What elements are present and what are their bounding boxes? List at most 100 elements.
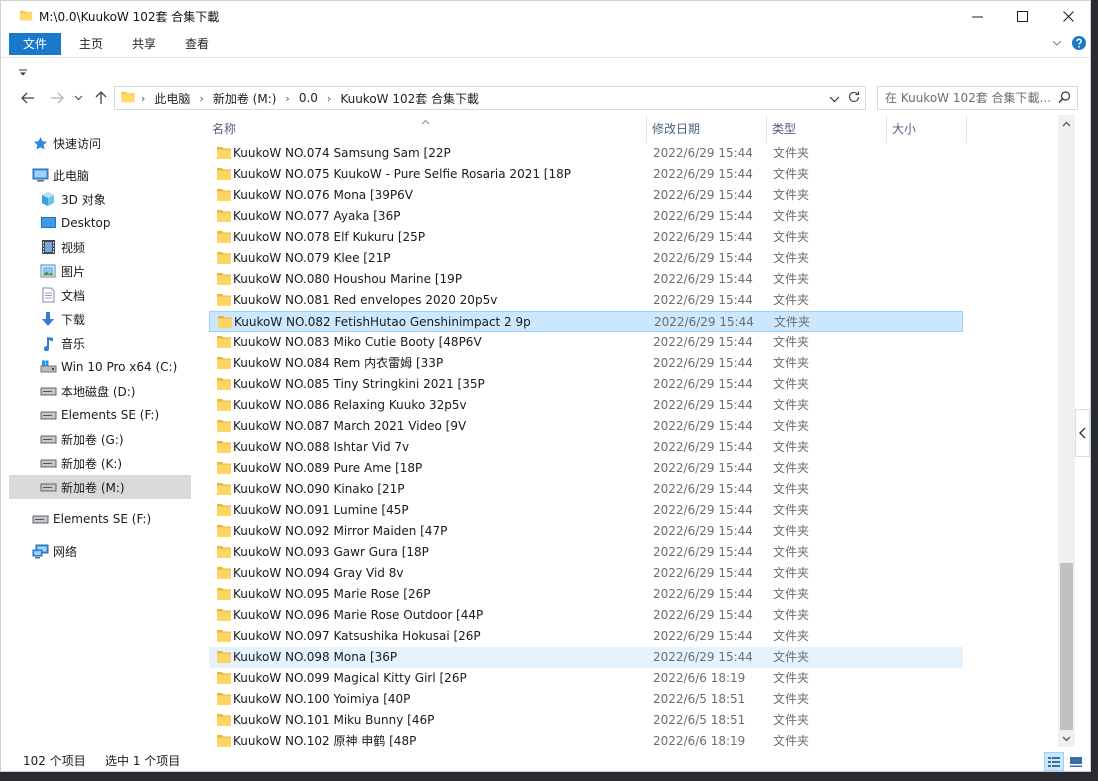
file-row[interactable]: KuukoW NO.081 Red envelopes 2020 20p5v 20…: [209, 290, 963, 311]
scroll-down-button[interactable]: [1058, 730, 1075, 747]
sidebar-item-this-pc[interactable]: 此电脑: [9, 163, 191, 187]
column-header-date[interactable]: 修改日期: [647, 115, 767, 143]
tab-share[interactable]: 共享: [118, 33, 170, 55]
file-row[interactable]: KuukoW NO.102 原神 申鹤 [48P 2022/6/6 18:19 文件…: [209, 731, 963, 747]
file-row[interactable]: KuukoW NO.077 Ayaka [36P 2022/6/29 15:44 文…: [209, 206, 963, 227]
file-row[interactable]: KuukoW NO.094 Gray Vid 8v 2022/6/29 15:44…: [209, 563, 963, 584]
tab-home[interactable]: 主页: [65, 33, 117, 55]
breadcrumb-separator-icon[interactable]: ›: [199, 92, 203, 105]
sidebar-item-pictures[interactable]: 图片: [9, 259, 191, 283]
close-button[interactable]: [1045, 1, 1090, 31]
maximize-button[interactable]: [999, 1, 1045, 31]
file-date: 2022/6/29 15:44: [653, 587, 753, 601]
scroll-up-button[interactable]: [1058, 115, 1075, 132]
ribbon-expand-icon[interactable]: [1051, 37, 1063, 51]
address-bar[interactable]: › 此电脑 › 新加卷 (M:) › 0.0 › KuukoW 102套 合集下…: [114, 86, 866, 110]
details-view-button[interactable]: [1044, 752, 1064, 771]
file-row[interactable]: KuukoW NO.085 Tiny Stringkini 2021 [35P 2…: [209, 374, 963, 395]
folder-icon: [216, 251, 232, 268]
file-row[interactable]: KuukoW NO.088 Ishtar Vid 7v 2022/6/29 15:…: [209, 437, 963, 458]
vertical-scrollbar[interactable]: [1058, 115, 1075, 747]
file-row[interactable]: KuukoW NO.093 Gawr Gura [18P 2022/6/29 15…: [209, 542, 963, 563]
file-row[interactable]: KuukoW NO.080 Houshou Marine [19P 2022/6/…: [209, 269, 963, 290]
sidebar-item-network[interactable]: 网络: [9, 539, 191, 563]
search-icon[interactable]: [1058, 91, 1071, 107]
file-type: 文件夹: [773, 356, 810, 370]
column-header-type[interactable]: 类型: [767, 115, 887, 143]
back-button[interactable]: [18, 88, 38, 108]
file-row[interactable]: KuukoW NO.096 Marie Rose Outdoor [44P 202…: [209, 605, 963, 626]
sidebar-item-music[interactable]: 音乐: [9, 331, 191, 355]
file-row[interactable]: KuukoW NO.084 Rem 内衣雷姆 [33P 2022/6/29 15:…: [209, 353, 963, 374]
sidebar-item-drive-c[interactable]: Win 10 Pro x64 (C:): [9, 355, 191, 379]
file-row[interactable]: KuukoW NO.089 Pure Ame [18P 2022/6/29 15:…: [209, 458, 963, 479]
folder-icon: [216, 146, 232, 163]
help-icon[interactable]: [1072, 36, 1086, 53]
column-header-size[interactable]: 大小: [887, 115, 967, 143]
folder-icon: [216, 209, 232, 226]
file-row[interactable]: KuukoW NO.076 Mona [39P6V 2022/6/29 15:44…: [209, 185, 963, 206]
sidebar-item-drive-g[interactable]: 新加卷 (G:): [9, 427, 191, 451]
sidebar-item-label: 3D 对象: [61, 192, 106, 207]
file-row[interactable]: KuukoW NO.092 Mirror Maiden [47P 2022/6/2…: [209, 521, 963, 542]
file-row[interactable]: KuukoW NO.083 Miko Cutie Booty [48P6V 202…: [209, 332, 963, 353]
address-dropdown-icon[interactable]: [829, 92, 840, 106]
customize-toolbar-icon[interactable]: [18, 66, 28, 80]
minimize-button[interactable]: [954, 1, 1000, 31]
file-date: 2022/6/29 15:44: [653, 608, 753, 622]
file-date: 2022/6/29 15:44: [653, 566, 753, 580]
sidebar-item-drive-d[interactable]: 本地磁盘 (D:): [9, 379, 191, 403]
sidebar-item-drive-k[interactable]: 新加卷 (K:): [9, 451, 191, 475]
file-type: 文件夹: [773, 671, 810, 685]
file-date: 2022/6/29 15:44: [653, 545, 753, 559]
file-row[interactable]: KuukoW NO.086 Relaxing Kuuko 32p5v 2022/6…: [209, 395, 963, 416]
breadcrumb-separator-icon[interactable]: ›: [285, 92, 289, 105]
file-row[interactable]: KuukoW NO.100 Yoimiya [40P 2022/6/5 18:51…: [209, 689, 963, 710]
breadcrumb-separator-icon[interactable]: ›: [327, 92, 331, 105]
folder-icon: [216, 524, 232, 541]
file-row[interactable]: KuukoW NO.078 Elf Kukuru [25P 2022/6/29 1…: [209, 227, 963, 248]
file-row[interactable]: KuukoW NO.091 Lumine [45P 2022/6/29 15:44…: [209, 500, 963, 521]
sidebar-item-3d-objects[interactable]: 3D 对象: [9, 187, 191, 211]
sidebar-item-elements-se[interactable]: Elements SE (F:): [9, 507, 191, 531]
sidebar-item-drive-m[interactable]: 新加卷 (M:): [9, 475, 191, 499]
file-name: KuukoW NO.090 Kinako [21P: [233, 482, 405, 496]
large-icons-view-button[interactable]: [1066, 752, 1086, 771]
file-row[interactable]: KuukoW NO.087 March 2021 Video [9V 2022/6…: [209, 416, 963, 437]
breadcrumb-folder-0-0[interactable]: 0.0: [299, 91, 318, 105]
sidebar-item-drive-f[interactable]: Elements SE (F:): [9, 403, 191, 427]
file-row[interactable]: KuukoW NO.079 Klee [21P 2022/6/29 15:44 文件…: [209, 248, 963, 269]
breadcrumb-current-folder[interactable]: KuukoW 102套 合集下載: [340, 90, 479, 107]
sidebar-item-quick-access[interactable]: 快速访问: [9, 131, 191, 155]
sidebar-item-videos[interactable]: 视频: [9, 235, 191, 259]
sidebar-item-downloads[interactable]: 下载: [9, 307, 191, 331]
sidebar-item-documents[interactable]: 文档: [9, 283, 191, 307]
preview-pane-toggle[interactable]: [1075, 409, 1090, 457]
refresh-icon[interactable]: [847, 90, 861, 107]
tab-file[interactable]: 文件: [9, 33, 62, 55]
forward-button[interactable]: [47, 88, 67, 108]
file-row[interactable]: KuukoW NO.099 Magical Kitty Girl [26P 202…: [209, 668, 963, 689]
breadcrumb-drive-m[interactable]: 新加卷 (M:): [213, 90, 277, 107]
file-name: KuukoW NO.096 Marie Rose Outdoor [44P: [233, 608, 484, 622]
file-row[interactable]: KuukoW NO.082 FetishHutao Genshinimpact …: [209, 311, 963, 332]
file-row[interactable]: KuukoW NO.074 Samsung Sam [22P 2022/6/29 …: [209, 143, 963, 164]
scrollbar-thumb[interactable]: [1060, 563, 1073, 730]
sidebar-item-desktop[interactable]: Desktop: [9, 211, 191, 235]
file-row[interactable]: KuukoW NO.098 Mona [36P 2022/6/29 15:44 文件…: [209, 647, 963, 668]
file-row[interactable]: KuukoW NO.095 Marie Rose [26P 2022/6/29 1…: [209, 584, 963, 605]
file-row[interactable]: KuukoW NO.101 Miku Bunny [46P 2022/6/5 18…: [209, 710, 963, 731]
breadcrumb-separator-icon[interactable]: ›: [141, 92, 145, 105]
folder-icon: [216, 272, 232, 289]
download-icon: [39, 311, 57, 327]
search-input[interactable]: [877, 86, 1078, 110]
column-header-name[interactable]: 名称: [207, 115, 647, 143]
sidebar-item-label: Elements SE (F:): [61, 408, 160, 422]
up-button[interactable]: [91, 88, 111, 108]
recent-locations-button[interactable]: [71, 88, 85, 108]
file-row[interactable]: KuukoW NO.075 KuukoW - Pure Selfie Rosar…: [209, 164, 963, 185]
file-row[interactable]: KuukoW NO.090 Kinako [21P 2022/6/29 15:44…: [209, 479, 963, 500]
breadcrumb-this-pc[interactable]: 此电脑: [154, 90, 190, 107]
file-row[interactable]: KuukoW NO.097 Katsushika Hokusai [26P 202…: [209, 626, 963, 647]
tab-view[interactable]: 查看: [171, 33, 223, 55]
